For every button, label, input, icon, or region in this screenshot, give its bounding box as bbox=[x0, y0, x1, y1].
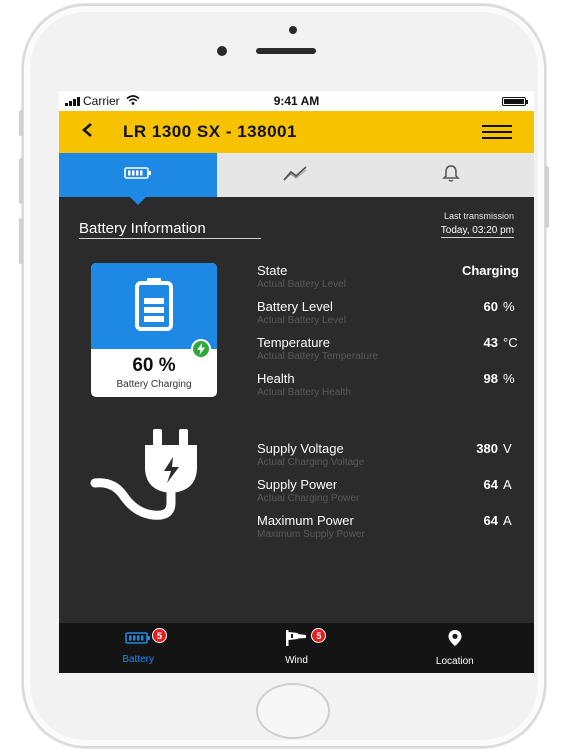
home-button[interactable] bbox=[256, 683, 330, 739]
status-time: 9:41 AM bbox=[273, 94, 320, 108]
info-row-maximum-power: Maximum Power Maximum Supply Power 64 A bbox=[257, 513, 519, 549]
nav-label: Wind bbox=[285, 655, 308, 666]
info-row-state: State Actual Battery Level Charging bbox=[257, 263, 519, 299]
charging-bolt-icon bbox=[191, 339, 211, 359]
earpiece-speaker bbox=[256, 48, 316, 54]
row-unit: % bbox=[503, 371, 515, 386]
battery-info-list: State Actual Battery Level Charging Batt… bbox=[257, 263, 519, 407]
row-unit: V bbox=[503, 441, 512, 456]
row-value: 60% bbox=[484, 299, 519, 314]
nav-label: Location bbox=[435, 656, 474, 667]
battery-icon bbox=[125, 631, 151, 650]
row-label: Health bbox=[257, 371, 295, 386]
front-camera bbox=[217, 46, 227, 56]
supply-info-list: Supply Voltage Actual Charging Voltage 3… bbox=[257, 441, 519, 549]
app-header: LR 1300 SX - 138001 bbox=[59, 111, 534, 153]
section-header: Battery Information Last transmission To… bbox=[79, 197, 514, 243]
battery-icon bbox=[124, 166, 152, 185]
nav-wind[interactable]: 5 Wind bbox=[217, 623, 375, 673]
row-sublabel: Maximum Supply Power bbox=[257, 529, 365, 540]
last-transmission-label: Last transmission bbox=[443, 211, 514, 221]
power-plug-icon bbox=[89, 429, 219, 526]
power-button bbox=[545, 166, 549, 228]
info-row-supply-voltage: Supply Voltage Actual Charging Voltage 3… bbox=[257, 441, 519, 477]
page-title: LR 1300 SX - 138001 bbox=[123, 122, 297, 141]
chart-line-icon bbox=[282, 164, 310, 187]
row-label: Temperature bbox=[257, 335, 330, 350]
battery-level-icon bbox=[134, 276, 174, 337]
nav-label: Battery bbox=[122, 654, 154, 665]
tab-bar: 3 bbox=[59, 153, 534, 205]
battery-status-label: Battery Charging bbox=[116, 379, 192, 390]
battery-card[interactable]: 60 % Battery Charging bbox=[91, 263, 217, 397]
row-sublabel: Actual Battery Temperature bbox=[257, 351, 378, 362]
row-sublabel: Actual Battery Level bbox=[257, 279, 346, 290]
row-value: 43 °C bbox=[483, 335, 518, 350]
row-value: 64 A bbox=[484, 477, 519, 492]
row-sublabel: Actual Charging Voltage bbox=[257, 457, 365, 468]
tab-alerts[interactable]: 3 bbox=[375, 153, 534, 197]
app-screen: Carrier 9:41 AM LR 1300 SX - 138001 Batt… bbox=[59, 91, 534, 673]
nav-wind-badge: 5 bbox=[311, 628, 327, 643]
tab-battery[interactable] bbox=[59, 153, 218, 205]
row-sublabel: Actual Battery Level bbox=[257, 315, 346, 326]
row-unit: % bbox=[503, 299, 515, 314]
row-unit: A bbox=[503, 513, 512, 528]
section-title: Battery Information bbox=[79, 220, 206, 237]
section-divider bbox=[79, 238, 261, 239]
tab-statistics[interactable] bbox=[217, 153, 376, 197]
row-sublabel: Actual Battery Health bbox=[257, 387, 351, 398]
wind-flag-icon bbox=[284, 630, 308, 651]
volume-up-button bbox=[19, 158, 23, 204]
info-row-battery-level: Battery Level Actual Battery Level 60% bbox=[257, 299, 519, 335]
chevron-left-icon[interactable] bbox=[81, 121, 109, 144]
row-label: Battery Level bbox=[257, 299, 333, 314]
volume-down-button bbox=[19, 218, 23, 264]
row-value: Charging bbox=[461, 263, 519, 278]
status-battery-icon bbox=[502, 97, 528, 106]
nav-battery-badge: 5 bbox=[152, 628, 167, 643]
battery-card-top bbox=[91, 263, 217, 359]
info-row-temperature: Temperature Actual Battery Temperature 4… bbox=[257, 335, 519, 371]
nav-battery[interactable]: 5 Battery bbox=[59, 623, 217, 673]
front-sensor bbox=[289, 26, 297, 34]
row-label: Maximum Power bbox=[257, 513, 354, 528]
row-sublabel: Actual Charging Power bbox=[257, 493, 360, 504]
row-value: 380 V bbox=[476, 441, 519, 456]
row-unit: °C bbox=[503, 335, 518, 350]
silent-switch bbox=[19, 110, 23, 136]
last-transmission-value: Today, 03:20 pm bbox=[440, 225, 514, 238]
info-row-supply-power: Supply Power Actual Charging Power 64 A bbox=[257, 477, 519, 513]
row-unit: A bbox=[503, 477, 512, 492]
row-value: 98% bbox=[484, 371, 519, 386]
nav-location[interactable]: Location bbox=[376, 623, 534, 673]
row-label: Supply Power bbox=[257, 477, 338, 492]
status-bar: Carrier 9:41 AM bbox=[59, 91, 534, 111]
bell-icon bbox=[441, 163, 461, 188]
location-pin-icon bbox=[447, 629, 463, 652]
info-row-health: Health Actual Battery Health 98% bbox=[257, 371, 519, 407]
row-value: 64 A bbox=[484, 513, 519, 528]
hamburger-menu-icon[interactable] bbox=[482, 125, 512, 139]
bottom-nav: 5 Battery 5 Wind Location bbox=[59, 623, 534, 673]
